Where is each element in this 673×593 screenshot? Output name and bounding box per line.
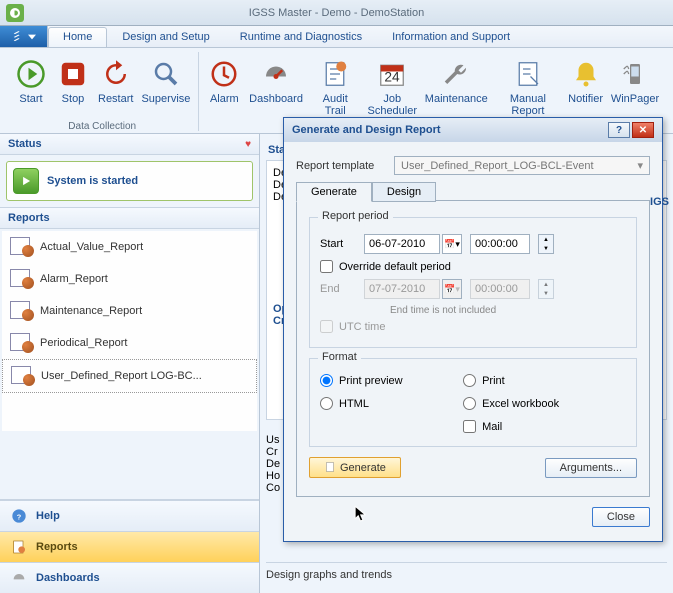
nav-dashboards[interactable]: Dashboards [0, 562, 259, 593]
generate-tab-panel: Report period Start 📅▾ ▲▼ Override defau… [296, 200, 650, 497]
reports-icon [10, 538, 28, 556]
generate-report-dialog: Generate and Design Report ? ✕ Report te… [283, 117, 663, 542]
dialog-help-button[interactable]: ? [608, 122, 630, 138]
report-icon [11, 366, 35, 386]
template-label: Report template [296, 160, 386, 172]
tab-design-setup[interactable]: Design and Setup [107, 27, 224, 47]
report-item[interactable]: Alarm_Report [2, 263, 257, 295]
dialog-title: Generate and Design Report [292, 124, 441, 136]
report-item-selected[interactable]: User_Defined_Report LOG-BC... [2, 359, 257, 393]
ribbon-tabs-row: Home Design and Setup Runtime and Diagno… [0, 26, 673, 48]
job-scheduler-button[interactable]: 24Job Scheduler [364, 54, 421, 118]
help-icon: ? [10, 507, 28, 525]
start-button[interactable]: Start [10, 54, 52, 106]
dialog-title-bar[interactable]: Generate and Design Report ? ✕ [284, 118, 662, 142]
heart-icon: ♥ [245, 139, 251, 150]
svg-text:24: 24 [385, 70, 401, 85]
time-spinner: ▲▼ [538, 279, 554, 299]
main-stub-row: Design graphs and trends [266, 562, 667, 581]
html-radio[interactable] [320, 397, 333, 410]
title-bar: IGSS Master - Demo - DemoStation [0, 0, 673, 26]
format-legend: Format [318, 351, 361, 363]
app-icon [6, 4, 24, 22]
restart-button[interactable]: Restart [94, 54, 137, 106]
start-time-input[interactable] [470, 234, 530, 254]
end-time-input [470, 279, 530, 299]
end-date-input [364, 279, 440, 299]
tab-runtime-diagnostics[interactable]: Runtime and Diagnostics [225, 27, 377, 47]
dialog-close-x-button[interactable]: ✕ [632, 122, 654, 138]
winpager-button[interactable]: WinPager [607, 54, 663, 106]
status-box: System is started [6, 161, 253, 201]
report-icon [10, 301, 34, 321]
igss-label: IGS [650, 196, 669, 208]
status-text: System is started [47, 175, 138, 187]
end-hint: End time is not included [390, 305, 626, 316]
chevron-down-icon: ▾ [637, 159, 643, 172]
svg-text:?: ? [17, 512, 22, 521]
calendar-icon: 📅▾ [442, 279, 462, 299]
tab-information-support[interactable]: Information and Support [377, 27, 525, 47]
reports-header: Reports [0, 208, 259, 229]
report-item[interactable]: Maintenance_Report [2, 295, 257, 327]
override-checkbox[interactable] [320, 260, 333, 273]
print-preview-radio[interactable] [320, 374, 333, 387]
tab-generate[interactable]: Generate [296, 182, 372, 202]
start-label: Start [320, 238, 356, 250]
format-fieldset: Format Print preview Print HTML Excel wo… [309, 358, 637, 447]
report-period-legend: Report period [318, 210, 393, 222]
excel-radio[interactable] [463, 397, 476, 410]
utc-checkbox [320, 320, 333, 333]
app-menu-button[interactable] [0, 26, 48, 47]
start-date-input[interactable] [364, 234, 440, 254]
nav-strip: ?Help Reports Dashboards [0, 500, 259, 593]
print-radio[interactable] [463, 374, 476, 387]
arguments-button[interactable]: Arguments... [545, 458, 637, 478]
alarm-button[interactable]: Alarm [203, 54, 245, 106]
report-icon [10, 237, 34, 257]
report-period-fieldset: Report period Start 📅▾ ▲▼ Override defau… [309, 217, 637, 348]
document-icon [324, 461, 336, 473]
tab-design[interactable]: Design [372, 182, 436, 202]
calendar-icon[interactable]: 📅▾ [442, 234, 462, 254]
time-spinner[interactable]: ▲▼ [538, 234, 554, 254]
window-title: IGSS Master - Demo - DemoStation [249, 7, 424, 19]
report-item[interactable]: Periodical_Report [2, 327, 257, 359]
dashboard-button[interactable]: Dashboard [245, 54, 307, 106]
maintenance-button[interactable]: Maintenance [421, 54, 492, 106]
report-icon [10, 333, 34, 353]
report-icon [10, 269, 34, 289]
ribbon-group-data-collection: Data Collection [6, 121, 198, 132]
generate-button[interactable]: Generate [309, 457, 401, 478]
report-item[interactable]: Actual_Value_Report [2, 231, 257, 263]
override-label: Override default period [339, 261, 451, 273]
tab-home[interactable]: Home [48, 27, 107, 47]
notifier-button[interactable]: Notifier [564, 54, 607, 106]
left-panel: Status ♥ System is started Reports Actua… [0, 134, 260, 593]
status-header: Status ♥ [0, 134, 259, 155]
dashboard-icon [10, 569, 28, 587]
utc-label: UTC time [339, 321, 385, 333]
report-list: Actual_Value_Report Alarm_Report Mainten… [2, 231, 257, 431]
mail-checkbox[interactable] [463, 420, 476, 433]
template-combo[interactable]: User_Defined_Report_LOG-BCL-Event▾ [394, 156, 650, 175]
nav-help[interactable]: ?Help [0, 500, 259, 531]
end-label: End [320, 283, 356, 295]
close-button[interactable]: Close [592, 507, 650, 527]
play-icon [13, 168, 39, 194]
supervise-button[interactable]: Supervise [137, 54, 194, 106]
nav-reports[interactable]: Reports [0, 531, 259, 562]
audit-trail-button[interactable]: Audit Trail [307, 54, 364, 118]
stop-button[interactable]: Stop [52, 54, 94, 106]
